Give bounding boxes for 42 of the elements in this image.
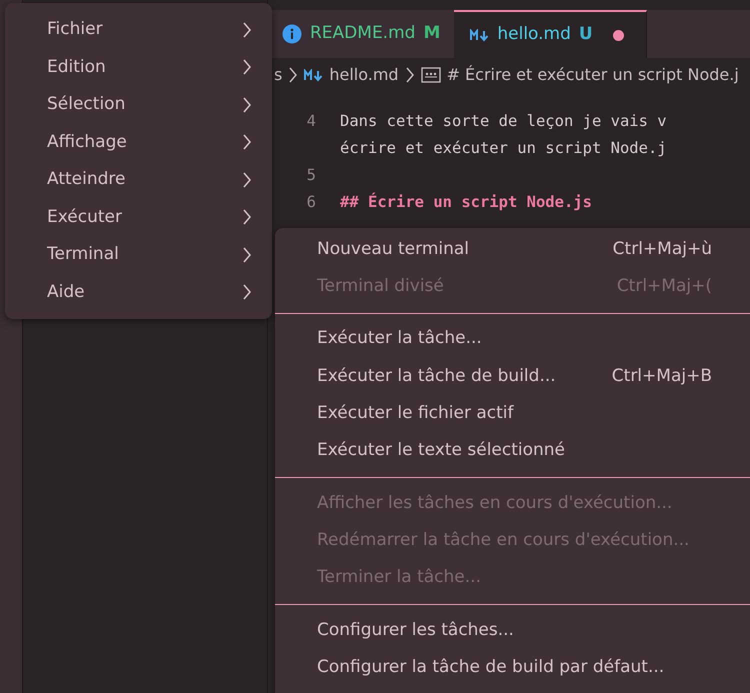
chevron-icon bbox=[242, 170, 252, 189]
chevron-icon bbox=[242, 58, 252, 76]
menu-item: Terminer la tâche... bbox=[316, 566, 482, 590]
code-line: ## Écrire un script Node.js bbox=[340, 192, 592, 213]
line-number: 6 bbox=[306, 192, 317, 213]
code-line: Dans cette sorte de leçon je vais v bbox=[340, 110, 667, 132]
menu-item[interactable]: Exécuter le fichier actif bbox=[275, 395, 750, 432]
menu-item[interactable]: Exécuter bbox=[5, 198, 272, 236]
menu-item[interactable]: Aide bbox=[5, 274, 272, 311]
string-icon bbox=[420, 67, 441, 83]
menu-item[interactable]: Nouveau terminal Ctrl+Maj+ù bbox=[275, 231, 750, 268]
menu-item[interactable]: Sélection bbox=[5, 86, 272, 124]
chevron-icon bbox=[288, 66, 298, 84]
menu-item: Terminal divisé Ctrl+Maj+( bbox=[316, 275, 713, 298]
menu-item: Redémarrer la tâche en cours d'exécution... bbox=[316, 528, 690, 552]
menu-item[interactable]: Exécuter la tâche de build... Ctrl+Maj+B bbox=[275, 358, 750, 396]
breadcrumb-item[interactable]: # Écrire et exécuter un script Node.j bbox=[446, 63, 739, 87]
menu-item[interactable]: Configurer les tâches... bbox=[275, 612, 750, 649]
markdown-icon bbox=[304, 68, 324, 82]
menu-item[interactable]: Terminal bbox=[5, 236, 272, 274]
menu-item[interactable]: Atteindre bbox=[5, 161, 272, 198]
chevron-icon bbox=[242, 96, 252, 114]
chevron-icon bbox=[242, 283, 252, 302]
menu-item[interactable]: Exécuter le texte sélectionné bbox=[275, 432, 750, 470]
chevron-icon bbox=[242, 20, 252, 39]
code-line: écrire et exécuter un script Node.j bbox=[340, 138, 667, 159]
menu-item[interactable]: Configurer la tâche de build par défaut... bbox=[275, 648, 750, 686]
chevron-icon bbox=[242, 133, 252, 152]
markdown-icon bbox=[470, 28, 490, 42]
unsaved-dot bbox=[612, 30, 624, 40]
menu-item: Afficher les tâches en cours d'exécution... bbox=[316, 492, 674, 515]
line-number: 4 bbox=[306, 110, 317, 132]
breadcrumb-item[interactable]: s bbox=[274, 63, 282, 87]
line-number: 5 bbox=[306, 164, 317, 186]
editor-tab[interactable]: hello.md U bbox=[454, 10, 647, 58]
menu-item[interactable]: Affichage bbox=[5, 124, 272, 161]
chevron-icon bbox=[404, 66, 415, 84]
chevron-icon bbox=[242, 246, 252, 264]
breadcrumb-item[interactable]: hello.md bbox=[329, 63, 399, 87]
menu-item[interactable]: Exécuter la tâche... bbox=[275, 320, 750, 358]
chevron-icon bbox=[242, 208, 252, 226]
info-icon bbox=[282, 24, 302, 44]
